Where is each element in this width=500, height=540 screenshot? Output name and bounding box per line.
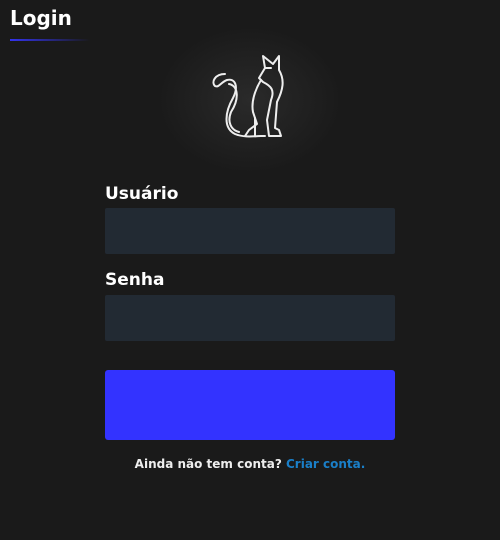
signup-text: Ainda não tem conta? Criar conta. bbox=[0, 457, 500, 471]
login-button[interactable] bbox=[105, 370, 395, 440]
username-input[interactable] bbox=[105, 208, 395, 254]
title-underline bbox=[10, 39, 90, 41]
password-input[interactable] bbox=[105, 295, 395, 341]
page-title: Login bbox=[10, 6, 72, 30]
signup-prompt: Ainda não tem conta? bbox=[134, 457, 282, 471]
create-account-link[interactable]: Criar conta. bbox=[286, 457, 365, 471]
password-label: Senha bbox=[105, 270, 165, 290]
username-label: Usuário bbox=[105, 184, 179, 204]
cat-icon bbox=[212, 55, 284, 138]
